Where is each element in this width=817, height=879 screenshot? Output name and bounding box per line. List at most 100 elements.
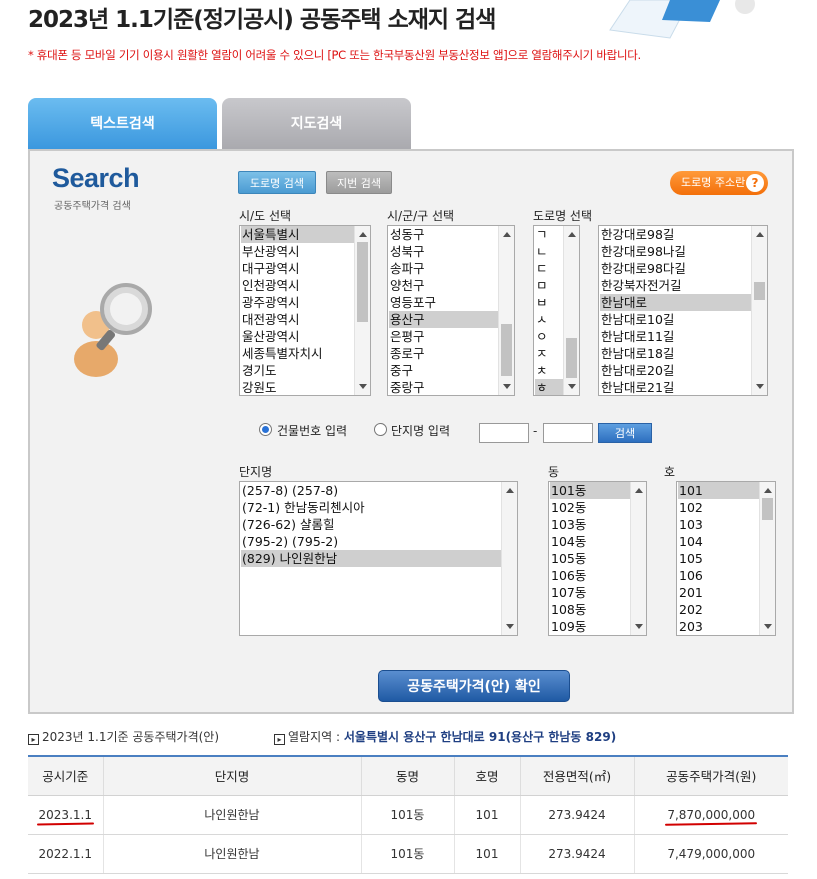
- road-scrollbar[interactable]: [751, 226, 767, 395]
- dong-option[interactable]: 108동: [550, 601, 630, 618]
- sigungu-listbox[interactable]: 성동구 성북구 송파구 양천구 영등포구 용산구 은평구 종로구 중구 중랑구: [387, 225, 515, 396]
- initial-option[interactable]: ㅅ: [535, 311, 563, 328]
- building-number-radio[interactable]: [259, 423, 272, 436]
- sigungu-option[interactable]: 양천구: [389, 277, 498, 294]
- road-option[interactable]: 한남대로20길: [600, 362, 751, 379]
- ho-option[interactable]: 104: [678, 533, 759, 550]
- sigungu-option[interactable]: 은평구: [389, 328, 498, 345]
- initial-option[interactable]: ㄱ: [535, 226, 563, 243]
- sido-scrollbar[interactable]: [354, 226, 370, 395]
- ho-option[interactable]: 203: [678, 618, 759, 635]
- ho-option[interactable]: 106: [678, 567, 759, 584]
- dong-scrollbar[interactable]: [630, 482, 646, 635]
- initial-option[interactable]: ㅂ: [535, 294, 563, 311]
- page-title: 2023년 1.1기준(정기공시) 공동주택 소재지 검색: [28, 7, 496, 33]
- sido-option[interactable]: 강원도: [241, 379, 354, 395]
- initial-listbox[interactable]: ㄱㄴㄷㅁㅂㅅㅇㅈㅊㅎ: [533, 225, 580, 396]
- header-basis-date: 공시기준: [28, 755, 104, 796]
- sido-option[interactable]: 인천광역시: [241, 277, 354, 294]
- ho-option[interactable]: 103: [678, 516, 759, 533]
- dong-option[interactable]: 103동: [550, 516, 630, 533]
- complex-option[interactable]: (72-1) 한남동리첸시아: [241, 499, 501, 516]
- ho-option[interactable]: 102: [678, 499, 759, 516]
- sido-option[interactable]: 대구광역시: [241, 260, 354, 277]
- ho-option[interactable]: 101: [678, 482, 759, 499]
- dong-option[interactable]: 109동: [550, 618, 630, 635]
- complex-name-radio[interactable]: [374, 423, 387, 436]
- sigungu-option[interactable]: 중구: [389, 362, 498, 379]
- lot-search-button[interactable]: 지번 검색: [326, 171, 392, 194]
- sido-listbox[interactable]: 서울특별시 부산광역시 대구광역시 인천광역시 광주광역시 대전광역시 울산광역시 세종특별자…: [239, 225, 371, 396]
- cell-basis-date: 2022.1.1: [28, 834, 104, 874]
- complex-label: 단지명: [239, 465, 273, 479]
- dong-option[interactable]: 107동: [550, 584, 630, 601]
- dong-option[interactable]: 102동: [550, 499, 630, 516]
- sigungu-option[interactable]: 성동구: [389, 226, 498, 243]
- chevron-right-icon: ▸: [274, 734, 285, 745]
- initial-option[interactable]: ㅎ: [535, 379, 563, 395]
- building-number-main-input[interactable]: [479, 423, 529, 443]
- road-label: 도로명 선택: [533, 209, 593, 223]
- tab-map-search[interactable]: 지도검색: [222, 98, 411, 150]
- sido-option[interactable]: 울산광역시: [241, 328, 354, 345]
- sigungu-option[interactable]: 성북구: [389, 243, 498, 260]
- sigungu-option[interactable]: 중랑구: [389, 379, 498, 395]
- road-option[interactable]: 한강대로98길: [600, 226, 751, 243]
- sigungu-scrollbar[interactable]: [498, 226, 514, 395]
- initial-option[interactable]: ㅁ: [535, 277, 563, 294]
- sigungu-option[interactable]: 종로구: [389, 345, 498, 362]
- sigungu-option[interactable]: 영등포구: [389, 294, 498, 311]
- sido-option[interactable]: 대전광역시: [241, 311, 354, 328]
- complex-option[interactable]: (795-2) (795-2): [241, 533, 501, 550]
- confirm-price-button[interactable]: 공동주택가격(안) 확인: [378, 670, 570, 702]
- road-listbox[interactable]: 한강대로98길 한강대로98나길 한강대로98다길 한강북자전거길 한남대로 한남대로10…: [598, 225, 768, 396]
- tab-text-search[interactable]: 텍스트검색: [28, 98, 217, 150]
- road-option[interactable]: 한강북자전거길: [600, 277, 751, 294]
- initial-option[interactable]: ㅈ: [535, 345, 563, 362]
- initial-option[interactable]: ㅊ: [535, 362, 563, 379]
- initial-option[interactable]: ㅇ: [535, 328, 563, 345]
- road-option[interactable]: 한강대로98다길: [600, 260, 751, 277]
- sigungu-option[interactable]: 용산구: [389, 311, 498, 328]
- dong-option[interactable]: 106동: [550, 567, 630, 584]
- road-address-help-label: 도로명 주소란: [681, 176, 746, 189]
- sido-option[interactable]: 경기도: [241, 362, 354, 379]
- dong-option[interactable]: 101동: [550, 482, 630, 499]
- complex-option[interactable]: (257-8) (257-8): [241, 482, 501, 499]
- cell-ho: 101: [454, 795, 521, 835]
- road-search-button[interactable]: 도로명 검색: [238, 171, 316, 194]
- ho-option[interactable]: 105: [678, 550, 759, 567]
- dong-option[interactable]: 105동: [550, 550, 630, 567]
- initial-option[interactable]: ㄴ: [535, 243, 563, 260]
- road-option[interactable]: 한남대로21길: [600, 379, 751, 395]
- initial-option[interactable]: ㄷ: [535, 260, 563, 277]
- sido-option[interactable]: 부산광역시: [241, 243, 354, 260]
- search-button[interactable]: 검색: [598, 423, 652, 443]
- dong-option[interactable]: 104동: [550, 533, 630, 550]
- complex-option[interactable]: (726-62) 샬롬힐: [241, 516, 501, 533]
- road-option[interactable]: 한강대로98나길: [600, 243, 751, 260]
- ho-option[interactable]: 204: [678, 635, 759, 636]
- ho-listbox[interactable]: 101102103104105106201202203204: [676, 481, 776, 636]
- sigungu-option[interactable]: 송파구: [389, 260, 498, 277]
- complex-listbox[interactable]: (257-8) (257-8) (72-1) 한남동리첸시아 (726-62) 샬롬…: [239, 481, 518, 636]
- table-header-row: 공시기준 단지명 동명 호명 전용면적(㎡) 공동주택가격(원): [28, 755, 788, 796]
- building-number-sub-input[interactable]: [543, 423, 593, 443]
- ho-option[interactable]: 201: [678, 584, 759, 601]
- complex-scrollbar[interactable]: [501, 482, 517, 635]
- ho-option[interactable]: 202: [678, 601, 759, 618]
- initial-scrollbar[interactable]: [563, 226, 579, 395]
- search-panel: Search 공동주택가격 검색 도로명 검색 지번 검색 도로명 주소란 ? …: [28, 149, 794, 714]
- road-option[interactable]: 한남대로11길: [600, 328, 751, 345]
- dong-listbox[interactable]: 101동 102동 103동 104동 105동 106동 107동 108동 109동: [548, 481, 647, 636]
- chevron-right-icon: ▸: [28, 734, 39, 745]
- complex-option[interactable]: (829) 나인원한남: [241, 550, 501, 567]
- road-option[interactable]: 한남대로18길: [600, 345, 751, 362]
- sido-option[interactable]: 세종특별자치시: [241, 345, 354, 362]
- road-address-help-button[interactable]: 도로명 주소란 ?: [670, 171, 768, 195]
- ho-scrollbar[interactable]: [759, 482, 775, 635]
- sido-option[interactable]: 광주광역시: [241, 294, 354, 311]
- road-option[interactable]: 한남대로: [600, 294, 751, 311]
- sido-option[interactable]: 서울특별시: [241, 226, 354, 243]
- road-option[interactable]: 한남대로10길: [600, 311, 751, 328]
